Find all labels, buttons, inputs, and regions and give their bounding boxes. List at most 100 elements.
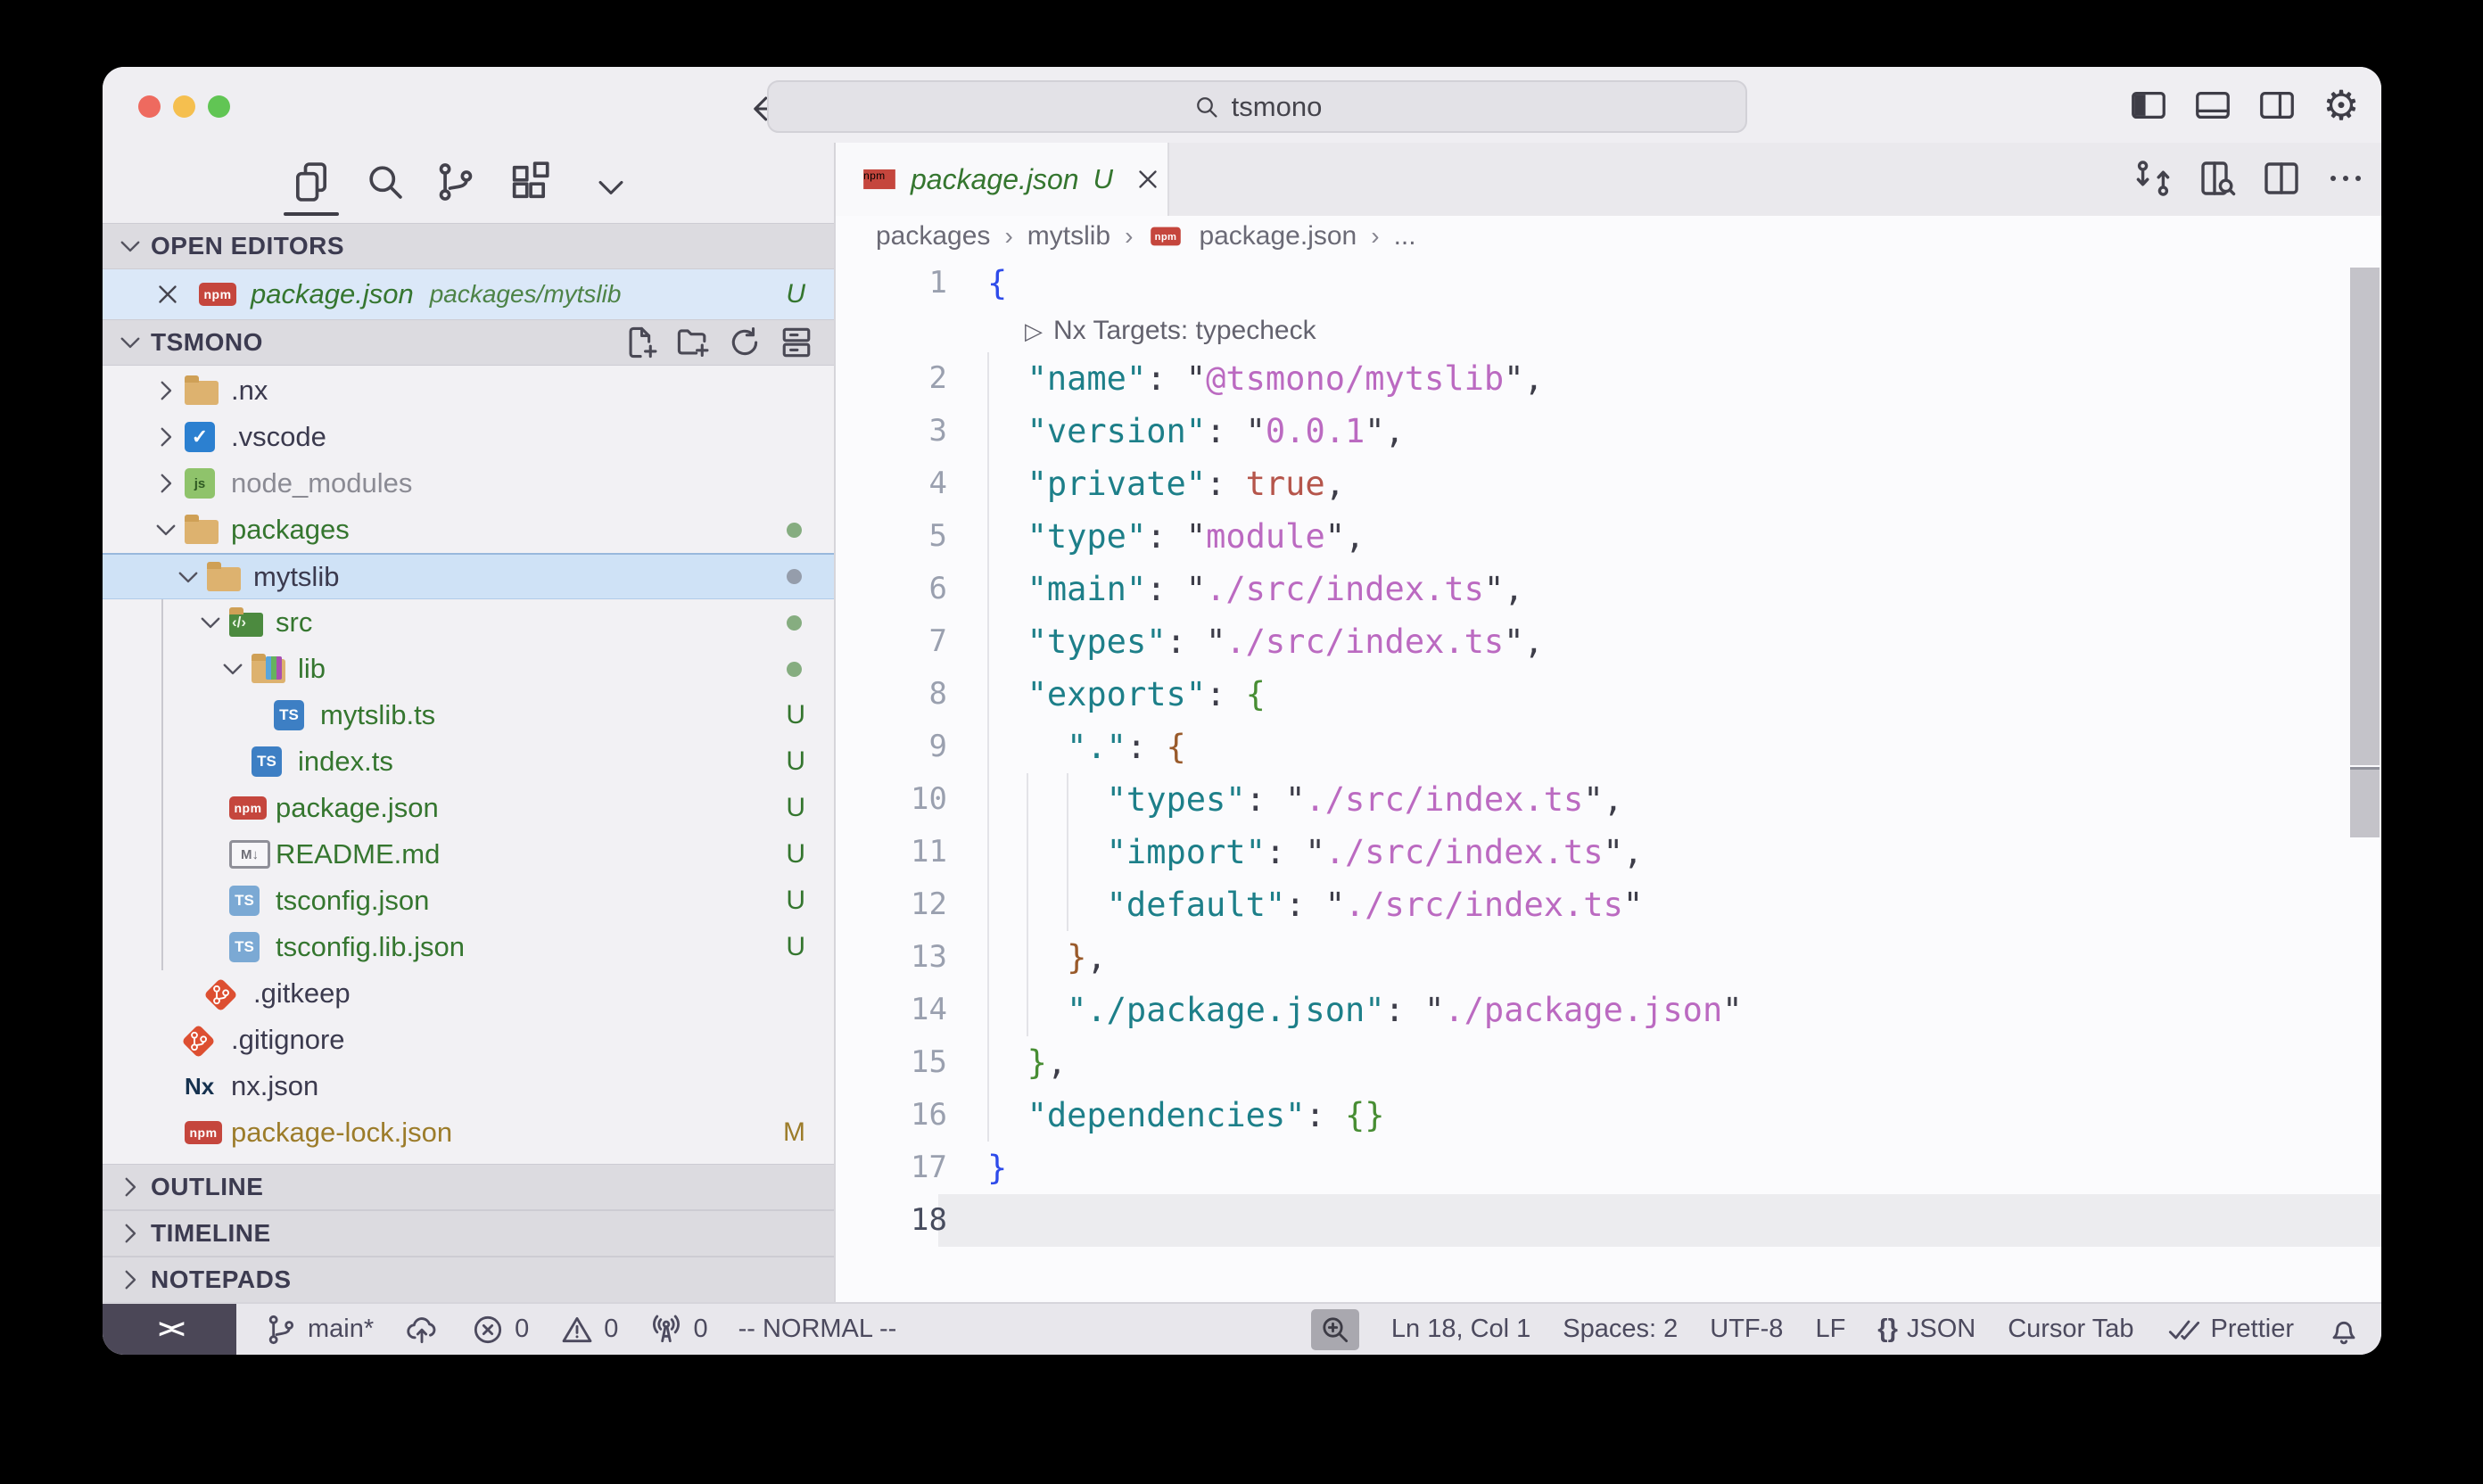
zoom-window-button[interactable] bbox=[208, 95, 230, 118]
section-label: NOTEPADS bbox=[151, 1266, 292, 1294]
open-editor-item[interactable]: npm package.json packages/mytslib U bbox=[103, 269, 834, 319]
tree-item-src[interactable]: src bbox=[103, 599, 834, 646]
status-item[interactable]: LF bbox=[1815, 1315, 1845, 1344]
extensions-icon[interactable] bbox=[507, 159, 553, 205]
status-item-warning[interactable]: 0 bbox=[559, 1312, 618, 1348]
chevron-right-icon[interactable] bbox=[147, 375, 185, 406]
codelens-nx-targets[interactable]: ▷Nx Targets: typecheck bbox=[1025, 309, 1316, 352]
minimize-window-button[interactable] bbox=[173, 95, 195, 118]
status-item[interactable]: Ln 18, Col 1 bbox=[1391, 1315, 1530, 1344]
status-item[interactable]: Spaces: 2 bbox=[1563, 1315, 1678, 1344]
collapse-all-icon[interactable] bbox=[777, 323, 816, 362]
breadcrumb-item[interactable]: package.json bbox=[1199, 221, 1357, 251]
status-bar-left: main* 0 0 0 -- NORMAL -- bbox=[263, 1304, 896, 1355]
explorer-section-header[interactable]: TSMONO bbox=[103, 319, 834, 366]
source-control-icon[interactable] bbox=[433, 159, 479, 205]
status-label: 0 bbox=[693, 1315, 707, 1344]
code-line-2: 2 "name": "@tsmono/mytslib", bbox=[836, 352, 2381, 405]
status-label: 0 bbox=[604, 1315, 618, 1344]
tree-item-node-modules[interactable]: jsnode_modules bbox=[103, 460, 834, 507]
refresh-icon[interactable] bbox=[725, 323, 764, 362]
git-status-badge: U bbox=[786, 886, 805, 916]
section-header-notepads[interactable]: NOTEPADS bbox=[103, 1257, 834, 1303]
title-bar: tsmono ⚙ bbox=[103, 67, 2381, 143]
chevron-spacer bbox=[192, 886, 229, 916]
toggle-sidebar-icon[interactable] bbox=[2128, 85, 2169, 126]
status-item-bell[interactable] bbox=[2326, 1312, 2362, 1348]
section-header-timeline[interactable]: TIMELINE bbox=[103, 1210, 834, 1257]
status-item[interactable]: UTF-8 bbox=[1710, 1315, 1783, 1344]
toggle-secondary-sidebar-icon[interactable] bbox=[2256, 85, 2297, 126]
breadcrumb-item[interactable]: ... bbox=[1394, 221, 1416, 251]
chevron-down-icon[interactable] bbox=[147, 515, 185, 545]
code-line-13: 13 }, bbox=[836, 931, 2381, 984]
status-bar: >< main* 0 0 0 -- NORMAL -- Ln 18, Col 1 Spac… bbox=[103, 1302, 2381, 1355]
remote-indicator[interactable]: >< bbox=[103, 1304, 236, 1355]
breadcrumb-item[interactable]: mytslib bbox=[1027, 221, 1110, 251]
chevron-right-icon[interactable] bbox=[147, 422, 185, 452]
status-item-error[interactable]: 0 bbox=[470, 1312, 529, 1348]
nx-icon: Nx bbox=[185, 1073, 214, 1101]
tree-item-readme-md[interactable]: M↓README.mdU bbox=[103, 831, 834, 878]
tree-item-tsconfig-json[interactable]: TStsconfig.jsonU bbox=[103, 878, 834, 924]
toggle-panel-icon[interactable] bbox=[2192, 85, 2233, 126]
editor-scrollbar-segment[interactable] bbox=[2350, 767, 2380, 837]
tree-item-package-json[interactable]: npmpackage.jsonU bbox=[103, 785, 834, 831]
new-file-icon[interactable] bbox=[622, 323, 661, 362]
code-editor[interactable]: 1{▷Nx Targets: typecheck2 "name": "@tsmo… bbox=[836, 257, 2381, 1304]
chevron-down-icon[interactable] bbox=[169, 562, 207, 592]
more-actions-icon[interactable] bbox=[2324, 157, 2367, 200]
files-icon[interactable] bbox=[288, 159, 334, 205]
npm-icon: npm bbox=[1147, 225, 1184, 248]
tree-item-index-ts[interactable]: TSindex.tsU bbox=[103, 738, 834, 785]
chevron-down-icon[interactable] bbox=[214, 654, 252, 684]
tree-item--gitignore[interactable]: .gitignore bbox=[103, 1017, 834, 1063]
chevron-right-icon[interactable] bbox=[147, 468, 185, 499]
compare-changes-icon[interactable] bbox=[2132, 157, 2174, 200]
tree-item-mytslib-ts[interactable]: TSmytslib.tsU bbox=[103, 692, 834, 738]
code-line-4: 4 "private": true, bbox=[836, 458, 2381, 510]
command-center-search[interactable]: tsmono bbox=[767, 80, 1747, 133]
status-item-braces[interactable]: {}JSON bbox=[1877, 1315, 1976, 1344]
split-editor-icon[interactable] bbox=[2260, 157, 2303, 200]
cloud-upload-icon bbox=[404, 1312, 440, 1348]
breadcrumb-item[interactable]: packages bbox=[876, 221, 990, 251]
tab-package-json[interactable]: npm package.json U bbox=[836, 143, 1169, 216]
source-folder-icon bbox=[229, 613, 263, 637]
status-item-branch[interactable]: main* bbox=[263, 1312, 374, 1348]
tree-item-packages[interactable]: packages bbox=[103, 507, 834, 553]
status-item[interactable]: Cursor Tab bbox=[2008, 1315, 2133, 1344]
tree-item-nx-json[interactable]: Nxnx.json bbox=[103, 1063, 834, 1109]
close-icon[interactable] bbox=[153, 279, 183, 309]
tree-item-tsconfig-lib-json[interactable]: TStsconfig.lib.jsonU bbox=[103, 924, 834, 970]
open-preview-icon[interactable] bbox=[2196, 157, 2239, 200]
status-item-broadcast[interactable]: 0 bbox=[648, 1312, 707, 1348]
search-icon[interactable] bbox=[362, 159, 408, 205]
tree-item-icon bbox=[207, 980, 250, 1007]
tree-item-package-lock-json[interactable]: npmpackage-lock.jsonM bbox=[103, 1109, 834, 1156]
open-editors-section-header[interactable]: OPEN EDITORS bbox=[103, 223, 834, 269]
lib-folder-icon bbox=[252, 659, 285, 683]
new-folder-icon[interactable] bbox=[673, 323, 713, 362]
chevron-down-icon[interactable] bbox=[192, 607, 229, 638]
tree-item-icon: TS bbox=[252, 746, 294, 777]
status-item[interactable]: -- NORMAL -- bbox=[738, 1315, 897, 1344]
line-number: 13 bbox=[836, 931, 947, 984]
tree-item-label: mytslib bbox=[253, 561, 339, 593]
close-window-button[interactable] bbox=[138, 95, 161, 118]
tree-item-mytslib[interactable]: mytslib bbox=[103, 553, 834, 599]
status-item-cloud-upload[interactable] bbox=[404, 1312, 440, 1348]
tree-item--gitkeep[interactable]: .gitkeep bbox=[103, 970, 834, 1017]
status-item-zoom-in[interactable] bbox=[1311, 1309, 1359, 1350]
chevron-down-icon[interactable] bbox=[591, 164, 631, 210]
section-header-outline[interactable]: OUTLINE bbox=[103, 1164, 834, 1210]
tree-item--nx[interactable]: .nx bbox=[103, 367, 834, 414]
tree-item-icon: TS bbox=[229, 886, 272, 916]
close-icon[interactable] bbox=[1133, 164, 1163, 194]
line-number: 7 bbox=[836, 615, 947, 668]
settings-gear-icon[interactable]: ⚙ bbox=[2321, 85, 2362, 126]
tree-item--vscode[interactable]: ✓.vscode bbox=[103, 414, 834, 460]
tree-item-lib[interactable]: lib bbox=[103, 646, 834, 692]
editor-scrollbar[interactable] bbox=[2350, 268, 2380, 765]
status-item-double-check[interactable]: Prettier bbox=[2166, 1312, 2294, 1348]
